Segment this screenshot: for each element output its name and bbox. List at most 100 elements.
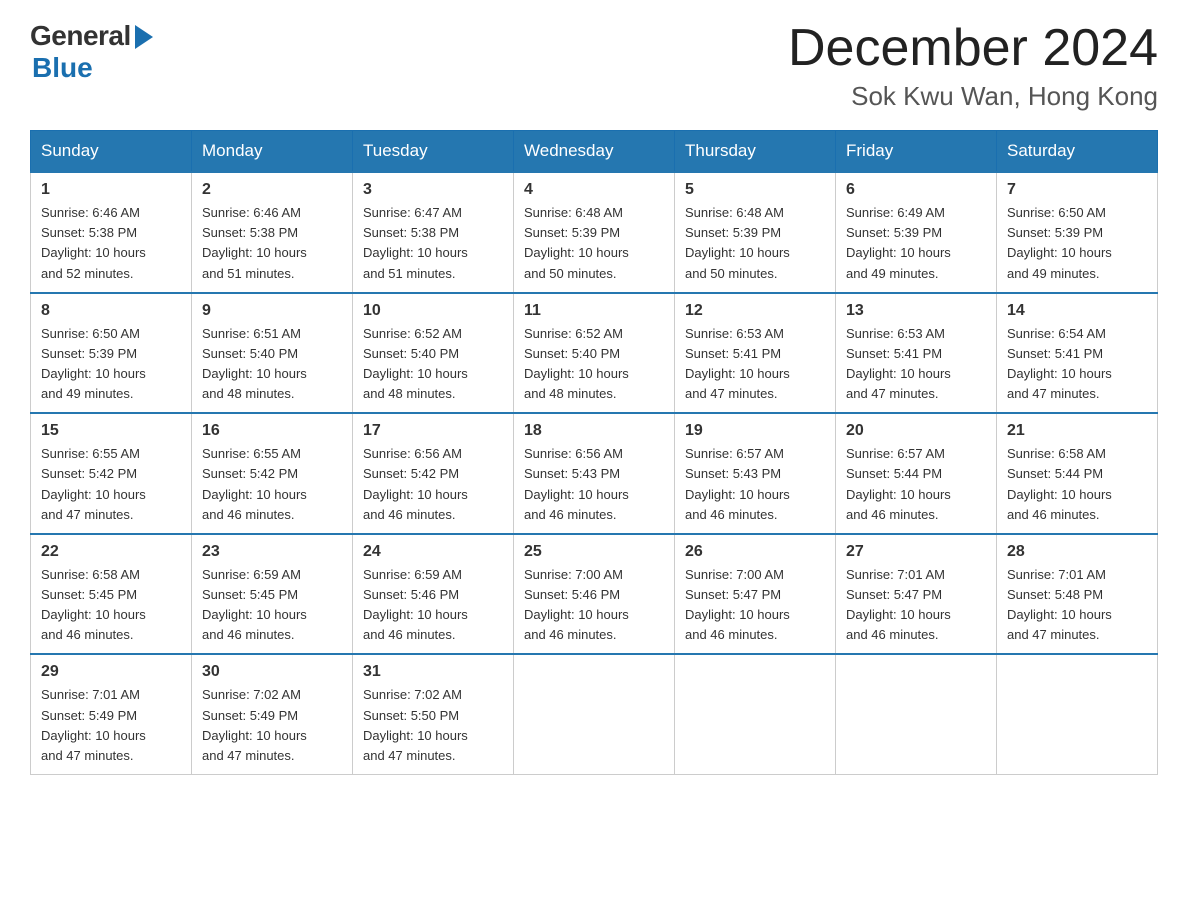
day-info: Sunrise: 6:49 AMSunset: 5:39 PMDaylight:… (846, 203, 986, 284)
day-info: Sunrise: 6:55 AMSunset: 5:42 PMDaylight:… (41, 444, 181, 525)
weekday-header-monday: Monday (192, 131, 353, 173)
day-number: 25 (524, 543, 664, 561)
day-info: Sunrise: 6:46 AMSunset: 5:38 PMDaylight:… (202, 203, 342, 284)
calendar-cell: 27 Sunrise: 7:01 AMSunset: 5:47 PMDaylig… (836, 534, 997, 655)
day-number: 13 (846, 302, 986, 320)
day-info: Sunrise: 7:00 AMSunset: 5:46 PMDaylight:… (524, 565, 664, 646)
day-number: 8 (41, 302, 181, 320)
weekday-header-sunday: Sunday (31, 131, 192, 173)
day-number: 6 (846, 181, 986, 199)
day-number: 9 (202, 302, 342, 320)
day-info: Sunrise: 7:02 AMSunset: 5:50 PMDaylight:… (363, 685, 503, 766)
calendar-cell: 12 Sunrise: 6:53 AMSunset: 5:41 PMDaylig… (675, 293, 836, 414)
day-info: Sunrise: 7:01 AMSunset: 5:47 PMDaylight:… (846, 565, 986, 646)
calendar-cell: 15 Sunrise: 6:55 AMSunset: 5:42 PMDaylig… (31, 413, 192, 534)
day-number: 28 (1007, 543, 1147, 561)
day-info: Sunrise: 6:58 AMSunset: 5:45 PMDaylight:… (41, 565, 181, 646)
logo-general-text: General (30, 20, 131, 52)
calendar-cell: 9 Sunrise: 6:51 AMSunset: 5:40 PMDayligh… (192, 293, 353, 414)
day-number: 5 (685, 181, 825, 199)
day-info: Sunrise: 6:57 AMSunset: 5:44 PMDaylight:… (846, 444, 986, 525)
day-number: 4 (524, 181, 664, 199)
calendar-cell: 8 Sunrise: 6:50 AMSunset: 5:39 PMDayligh… (31, 293, 192, 414)
day-info: Sunrise: 6:53 AMSunset: 5:41 PMDaylight:… (846, 324, 986, 405)
day-info: Sunrise: 6:58 AMSunset: 5:44 PMDaylight:… (1007, 444, 1147, 525)
day-info: Sunrise: 7:01 AMSunset: 5:48 PMDaylight:… (1007, 565, 1147, 646)
day-info: Sunrise: 7:00 AMSunset: 5:47 PMDaylight:… (685, 565, 825, 646)
calendar-week-row: 8 Sunrise: 6:50 AMSunset: 5:39 PMDayligh… (31, 293, 1158, 414)
logo-blue-text: Blue (32, 52, 93, 84)
calendar-cell (514, 654, 675, 774)
day-info: Sunrise: 6:53 AMSunset: 5:41 PMDaylight:… (685, 324, 825, 405)
weekday-header-saturday: Saturday (997, 131, 1158, 173)
day-number: 3 (363, 181, 503, 199)
calendar-week-row: 1 Sunrise: 6:46 AMSunset: 5:38 PMDayligh… (31, 172, 1158, 293)
day-info: Sunrise: 6:57 AMSunset: 5:43 PMDaylight:… (685, 444, 825, 525)
day-number: 27 (846, 543, 986, 561)
location-title: Sok Kwu Wan, Hong Kong (788, 81, 1158, 112)
calendar-cell: 4 Sunrise: 6:48 AMSunset: 5:39 PMDayligh… (514, 172, 675, 293)
weekday-header-thursday: Thursday (675, 131, 836, 173)
day-info: Sunrise: 7:01 AMSunset: 5:49 PMDaylight:… (41, 685, 181, 766)
calendar-cell (836, 654, 997, 774)
calendar-week-row: 15 Sunrise: 6:55 AMSunset: 5:42 PMDaylig… (31, 413, 1158, 534)
calendar-cell: 1 Sunrise: 6:46 AMSunset: 5:38 PMDayligh… (31, 172, 192, 293)
calendar-cell: 29 Sunrise: 7:01 AMSunset: 5:49 PMDaylig… (31, 654, 192, 774)
calendar-cell (997, 654, 1158, 774)
day-info: Sunrise: 6:56 AMSunset: 5:43 PMDaylight:… (524, 444, 664, 525)
calendar-week-row: 22 Sunrise: 6:58 AMSunset: 5:45 PMDaylig… (31, 534, 1158, 655)
calendar-week-row: 29 Sunrise: 7:01 AMSunset: 5:49 PMDaylig… (31, 654, 1158, 774)
day-info: Sunrise: 6:54 AMSunset: 5:41 PMDaylight:… (1007, 324, 1147, 405)
day-info: Sunrise: 6:56 AMSunset: 5:42 PMDaylight:… (363, 444, 503, 525)
day-number: 7 (1007, 181, 1147, 199)
day-info: Sunrise: 6:48 AMSunset: 5:39 PMDaylight:… (685, 203, 825, 284)
calendar-cell: 25 Sunrise: 7:00 AMSunset: 5:46 PMDaylig… (514, 534, 675, 655)
calendar-cell: 16 Sunrise: 6:55 AMSunset: 5:42 PMDaylig… (192, 413, 353, 534)
calendar-cell: 30 Sunrise: 7:02 AMSunset: 5:49 PMDaylig… (192, 654, 353, 774)
day-number: 2 (202, 181, 342, 199)
calendar-cell: 20 Sunrise: 6:57 AMSunset: 5:44 PMDaylig… (836, 413, 997, 534)
day-number: 1 (41, 181, 181, 199)
day-number: 16 (202, 422, 342, 440)
day-number: 14 (1007, 302, 1147, 320)
calendar-cell: 23 Sunrise: 6:59 AMSunset: 5:45 PMDaylig… (192, 534, 353, 655)
calendar-cell: 10 Sunrise: 6:52 AMSunset: 5:40 PMDaylig… (353, 293, 514, 414)
day-number: 19 (685, 422, 825, 440)
weekday-header-row: SundayMondayTuesdayWednesdayThursdayFrid… (31, 131, 1158, 173)
day-number: 23 (202, 543, 342, 561)
weekday-header-wednesday: Wednesday (514, 131, 675, 173)
weekday-header-tuesday: Tuesday (353, 131, 514, 173)
title-section: December 2024 Sok Kwu Wan, Hong Kong (788, 20, 1158, 112)
day-number: 18 (524, 422, 664, 440)
calendar-cell: 3 Sunrise: 6:47 AMSunset: 5:38 PMDayligh… (353, 172, 514, 293)
day-info: Sunrise: 6:48 AMSunset: 5:39 PMDaylight:… (524, 203, 664, 284)
calendar-cell: 26 Sunrise: 7:00 AMSunset: 5:47 PMDaylig… (675, 534, 836, 655)
calendar-cell: 22 Sunrise: 6:58 AMSunset: 5:45 PMDaylig… (31, 534, 192, 655)
day-info: Sunrise: 6:50 AMSunset: 5:39 PMDaylight:… (41, 324, 181, 405)
logo-arrow-icon (135, 25, 153, 49)
calendar-cell: 28 Sunrise: 7:01 AMSunset: 5:48 PMDaylig… (997, 534, 1158, 655)
calendar-cell: 19 Sunrise: 6:57 AMSunset: 5:43 PMDaylig… (675, 413, 836, 534)
day-number: 11 (524, 302, 664, 320)
day-info: Sunrise: 6:59 AMSunset: 5:46 PMDaylight:… (363, 565, 503, 646)
calendar-cell: 11 Sunrise: 6:52 AMSunset: 5:40 PMDaylig… (514, 293, 675, 414)
day-info: Sunrise: 6:51 AMSunset: 5:40 PMDaylight:… (202, 324, 342, 405)
day-info: Sunrise: 7:02 AMSunset: 5:49 PMDaylight:… (202, 685, 342, 766)
calendar-cell: 18 Sunrise: 6:56 AMSunset: 5:43 PMDaylig… (514, 413, 675, 534)
day-number: 10 (363, 302, 503, 320)
calendar-cell: 2 Sunrise: 6:46 AMSunset: 5:38 PMDayligh… (192, 172, 353, 293)
day-number: 24 (363, 543, 503, 561)
calendar-cell: 14 Sunrise: 6:54 AMSunset: 5:41 PMDaylig… (997, 293, 1158, 414)
month-title: December 2024 (788, 20, 1158, 77)
calendar-cell (675, 654, 836, 774)
day-info: Sunrise: 6:46 AMSunset: 5:38 PMDaylight:… (41, 203, 181, 284)
calendar-cell: 24 Sunrise: 6:59 AMSunset: 5:46 PMDaylig… (353, 534, 514, 655)
day-number: 17 (363, 422, 503, 440)
day-number: 15 (41, 422, 181, 440)
day-number: 22 (41, 543, 181, 561)
day-number: 20 (846, 422, 986, 440)
calendar-cell: 31 Sunrise: 7:02 AMSunset: 5:50 PMDaylig… (353, 654, 514, 774)
day-info: Sunrise: 6:52 AMSunset: 5:40 PMDaylight:… (363, 324, 503, 405)
calendar-cell: 17 Sunrise: 6:56 AMSunset: 5:42 PMDaylig… (353, 413, 514, 534)
day-number: 26 (685, 543, 825, 561)
